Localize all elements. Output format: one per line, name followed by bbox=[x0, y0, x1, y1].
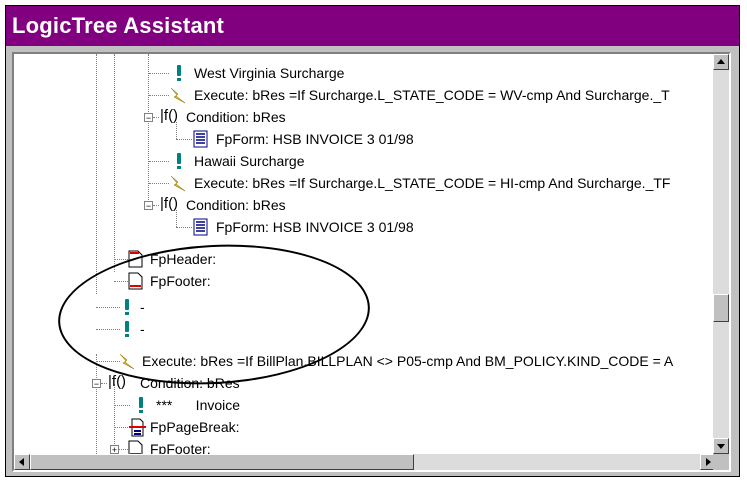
arrow-left-icon bbox=[19, 458, 24, 466]
tree-guide-line bbox=[176, 122, 177, 139]
node-label: FpPageBreak: bbox=[150, 419, 240, 435]
tree-connector bbox=[153, 117, 159, 118]
tree-node[interactable]: Execute: bRes =If Surcharge.L_STATE_CODE… bbox=[14, 172, 714, 194]
tree-node[interactable]: − |f() Condition: bRes bbox=[14, 106, 714, 128]
vertical-scrollbar[interactable] bbox=[713, 54, 729, 454]
form-icon bbox=[193, 218, 211, 236]
lightning-icon bbox=[169, 174, 187, 192]
node-label: FpFooter: bbox=[150, 273, 211, 289]
scrollbar-corner bbox=[713, 454, 729, 470]
tree-node[interactable]: + FpFooter: bbox=[14, 438, 714, 454]
exclamation-icon bbox=[170, 64, 188, 82]
collapse-toggle[interactable]: − bbox=[144, 201, 153, 211]
exclamation-icon bbox=[132, 396, 150, 414]
tree-connector bbox=[114, 427, 128, 428]
function-icon: |f() bbox=[108, 373, 127, 390]
tree-connector bbox=[149, 183, 169, 184]
node-label: *** Invoice bbox=[156, 397, 241, 413]
tree-node[interactable]: Execute: bRes =If BillPlan.BILLPLAN <> P… bbox=[14, 350, 714, 372]
node-label: Condition: bRes bbox=[186, 109, 286, 125]
node-label: FpForm: HSB INVOICE 3 01/98 bbox=[216, 219, 414, 235]
tree-connector bbox=[149, 161, 169, 162]
tree-node[interactable]: − |f() Condition: bRes bbox=[14, 372, 714, 394]
node-label: Execute: bRes =If BillPlan.BILLPLAN <> P… bbox=[142, 353, 674, 369]
horizontal-scrollbar[interactable] bbox=[14, 454, 716, 470]
lightning-icon bbox=[169, 86, 187, 104]
tree-node[interactable]: FpForm: HSB INVOICE 3 01/98 bbox=[14, 122, 714, 150]
tree-node[interactable]: - bbox=[14, 318, 714, 340]
collapse-toggle[interactable]: − bbox=[92, 379, 101, 389]
tree-node[interactable]: FpForm: HSB INVOICE 3 01/98 bbox=[14, 210, 714, 238]
node-label: FpForm: HSB INVOICE 3 01/98 bbox=[216, 131, 414, 147]
tree-connector bbox=[114, 405, 130, 406]
node-label: Execute: bRes =If Surcharge.L_STATE_CODE… bbox=[194, 175, 671, 191]
node-label: - bbox=[140, 299, 145, 315]
node-label: Condition: bRes bbox=[140, 375, 240, 391]
tree-node[interactable]: FpFooter: bbox=[14, 270, 714, 292]
tree-node[interactable]: West Virginia Surcharge bbox=[14, 62, 714, 84]
tree-node[interactable]: FpHeader: bbox=[14, 248, 714, 270]
footer-page-icon bbox=[128, 272, 146, 290]
tree-node[interactable]: Execute: bRes =If Surcharge.L_STATE_CODE… bbox=[14, 84, 714, 106]
collapse-toggle[interactable]: − bbox=[144, 113, 153, 123]
exclamation-icon bbox=[118, 320, 136, 338]
exclamation-icon bbox=[118, 298, 136, 316]
node-label: Hawaii Surcharge bbox=[194, 153, 305, 169]
tree-node[interactable]: *** Invoice bbox=[14, 394, 714, 416]
tree-connector bbox=[114, 281, 128, 282]
scroll-left-button[interactable] bbox=[14, 454, 30, 470]
tree-panel[interactable]: West Virginia Surcharge Execute: bRes =I… bbox=[12, 52, 731, 472]
tree-connector bbox=[119, 449, 128, 450]
arrow-up-icon bbox=[717, 59, 725, 64]
page-break-icon bbox=[128, 418, 146, 437]
tree-guide-line bbox=[176, 210, 177, 227]
horizontal-scroll-thumb[interactable] bbox=[30, 454, 414, 470]
logic-tree[interactable]: West Virginia Surcharge Execute: bRes =I… bbox=[14, 54, 716, 454]
node-label: West Virginia Surcharge bbox=[194, 65, 345, 81]
node-label: FpHeader: bbox=[150, 251, 217, 267]
tree-node[interactable]: Hawaii Surcharge bbox=[14, 150, 714, 172]
tree-node[interactable]: FpPageBreak: bbox=[14, 416, 714, 438]
tree-connector bbox=[176, 227, 192, 228]
node-label: Execute: bRes =If Surcharge.L_STATE_CODE… bbox=[194, 87, 670, 103]
tree-connector bbox=[149, 73, 169, 74]
lightning-icon bbox=[118, 352, 136, 370]
window-title: LogicTree Assistant bbox=[6, 6, 739, 46]
scroll-down-button[interactable] bbox=[713, 438, 729, 454]
exclamation-icon bbox=[170, 152, 188, 170]
header-page-icon bbox=[128, 250, 146, 268]
tree-connector bbox=[101, 383, 107, 384]
logictree-window: LogicTree Assistant West Virginia Surcha… bbox=[5, 5, 740, 477]
form-icon bbox=[193, 130, 211, 148]
tree-connector bbox=[96, 329, 120, 330]
tree-connector bbox=[176, 139, 192, 140]
tree-node[interactable]: - bbox=[14, 296, 714, 318]
expand-toggle[interactable]: + bbox=[110, 445, 119, 454]
node-label: FpFooter: bbox=[150, 441, 211, 454]
node-label: - bbox=[140, 321, 145, 337]
tree-connector bbox=[114, 259, 128, 260]
vertical-scroll-thumb[interactable] bbox=[713, 294, 729, 322]
scroll-up-button[interactable] bbox=[713, 54, 729, 70]
tree-connector bbox=[153, 205, 159, 206]
tree-connector bbox=[149, 95, 169, 96]
footer-page-icon bbox=[128, 440, 146, 454]
tree-connector bbox=[96, 361, 120, 362]
tree-connector bbox=[96, 307, 120, 308]
arrow-down-icon bbox=[717, 444, 725, 449]
node-label: Condition: bRes bbox=[186, 197, 286, 213]
tree-node[interactable]: − |f() Condition: bRes bbox=[14, 194, 714, 216]
